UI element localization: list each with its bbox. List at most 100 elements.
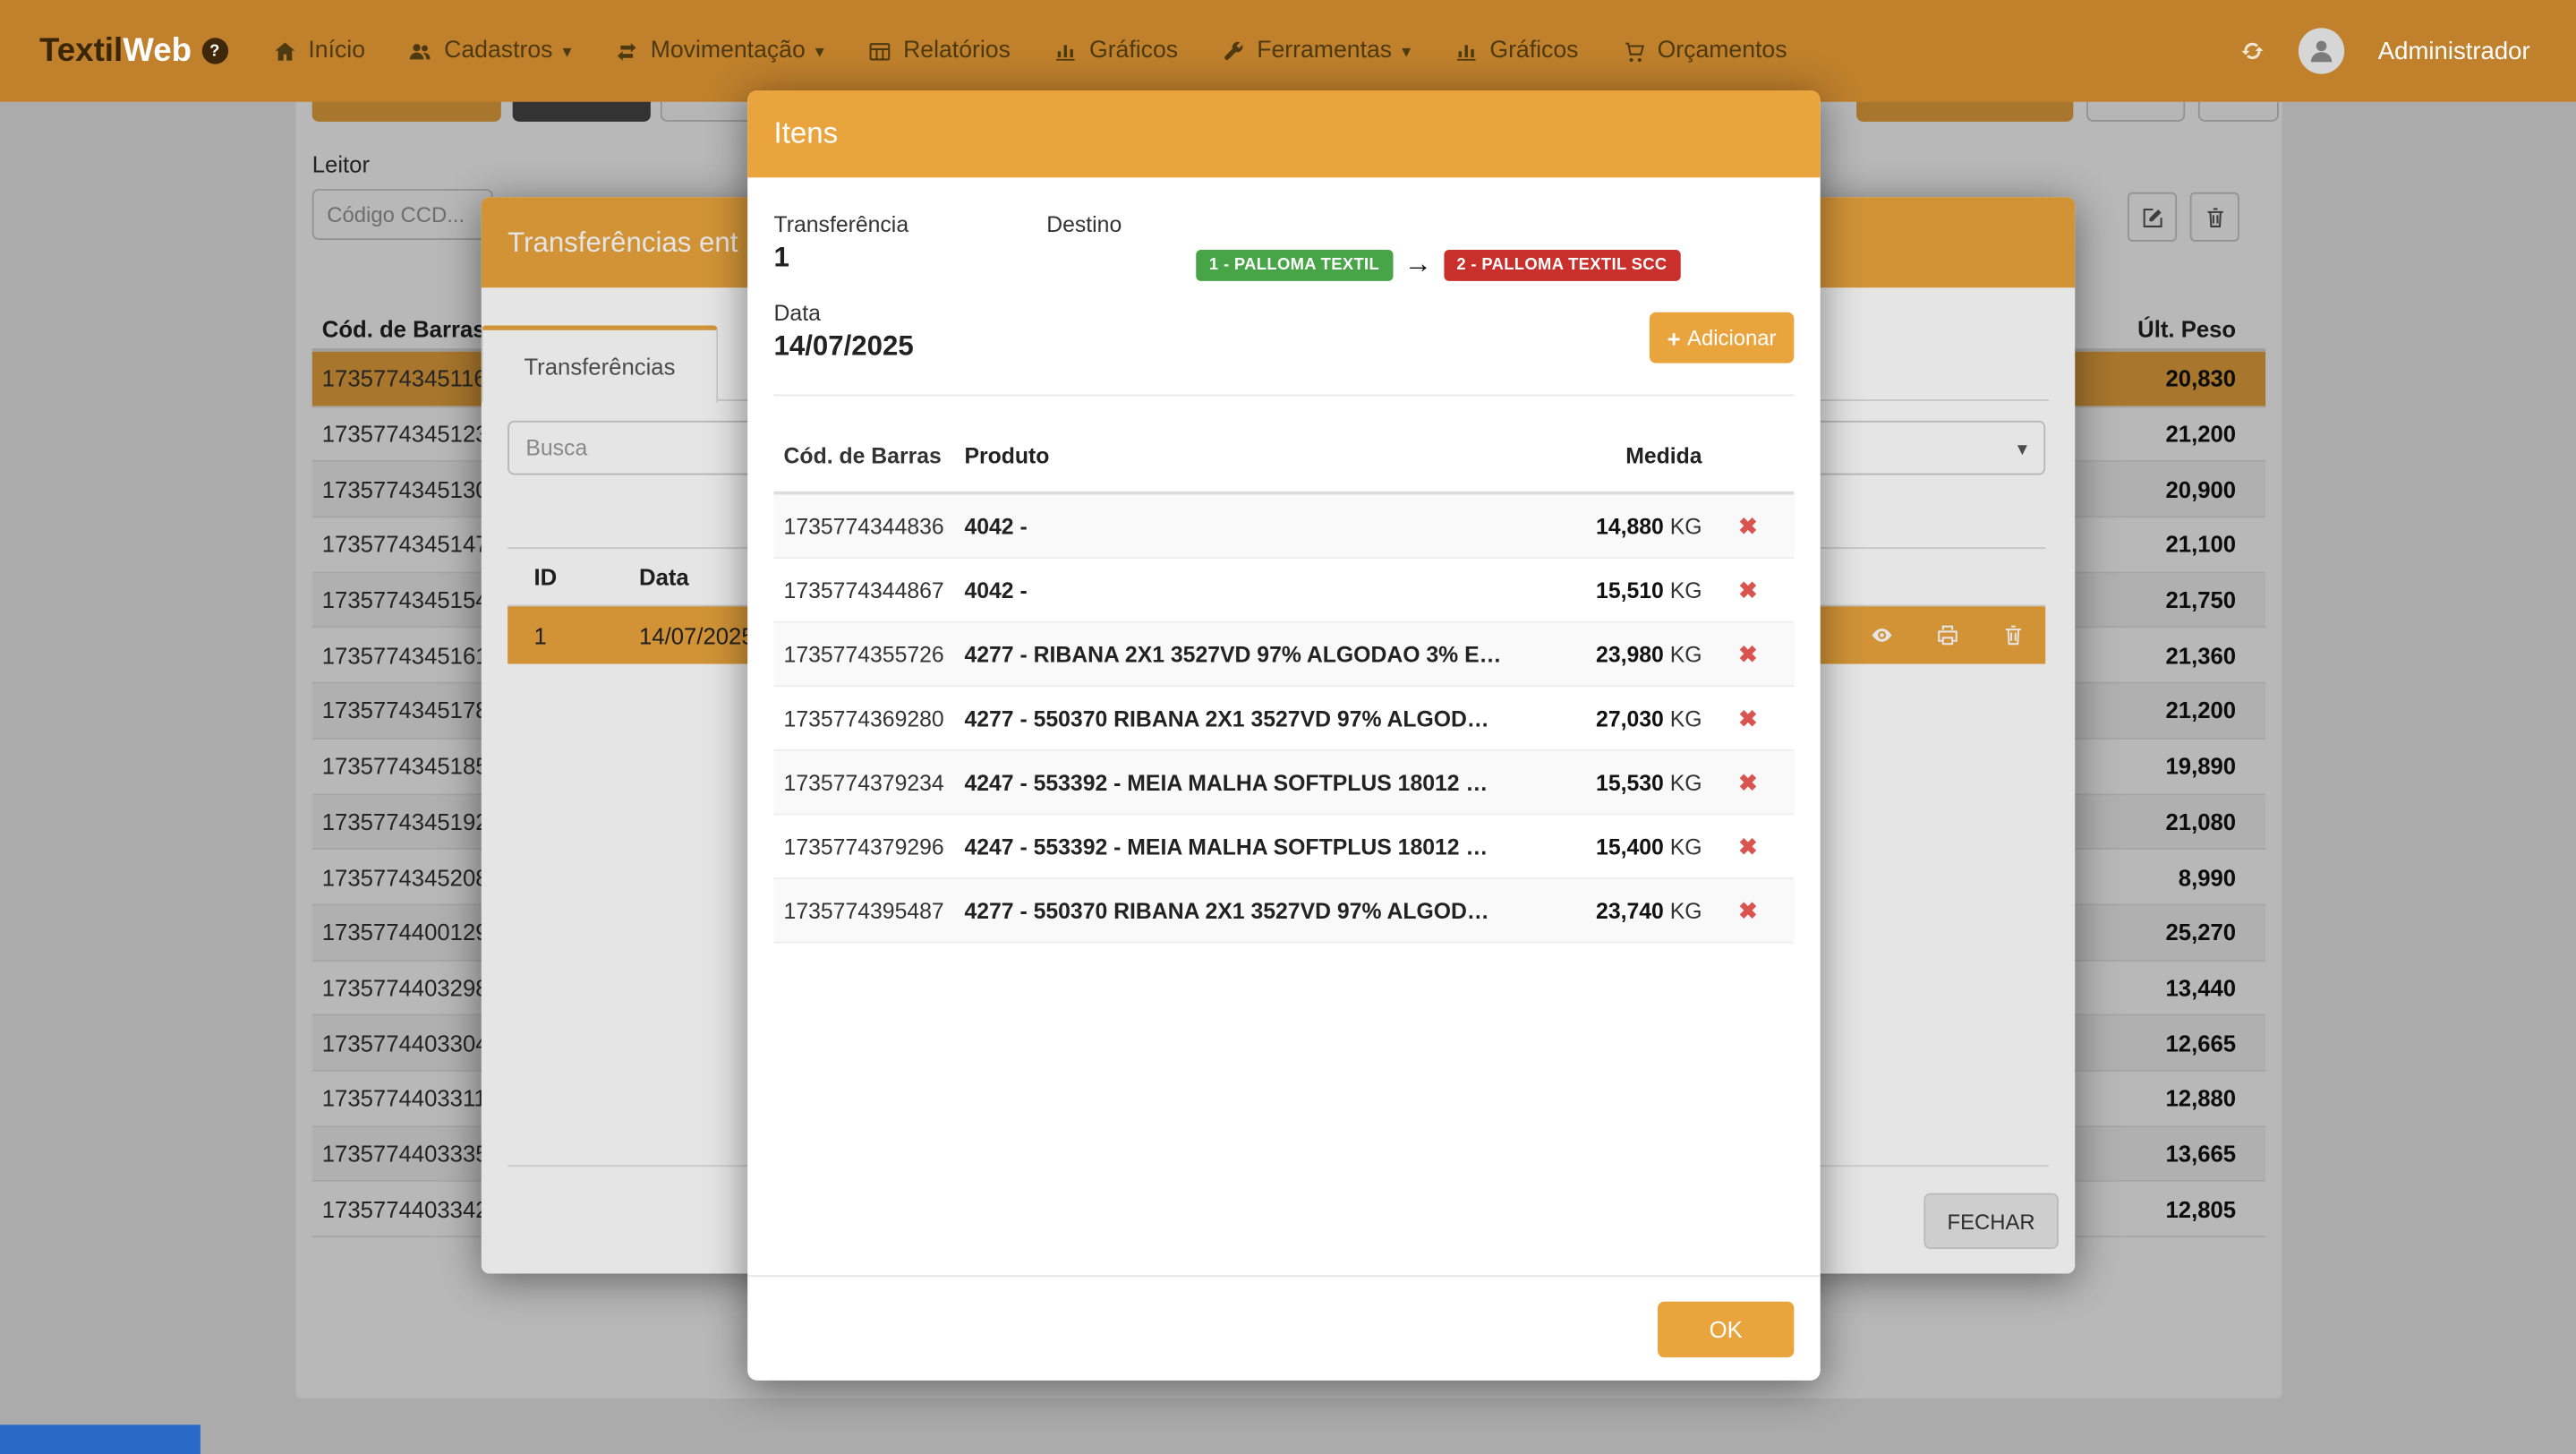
nav-label: Gráficos: [1489, 38, 1578, 64]
nav-item-inicio[interactable]: Início: [251, 0, 387, 102]
destination-badge: 2 - PALLOMA TEXTIL SCC: [1444, 249, 1681, 280]
item-row: 1735774369280 4277 - 550370 RIBANA 2X1 3…: [774, 687, 1795, 751]
add-item-button[interactable]: + Adicionar: [1650, 312, 1795, 364]
item-row: 1735774344836 4042 - 14,880 KG ✖: [774, 494, 1795, 559]
tab-transferencias[interactable]: Transferências: [482, 325, 718, 402]
brand-part1: Textil: [39, 32, 123, 70]
item-measure: 15,530: [1596, 770, 1664, 795]
view-button[interactable]: [1870, 623, 1895, 648]
plus-icon: +: [1668, 325, 1681, 351]
transfer-date-cell: 14/07/2025: [639, 622, 755, 648]
ok-button[interactable]: OK: [1658, 1302, 1794, 1357]
report-table-icon: [867, 38, 892, 64]
col-barcode: Cód. de Barras: [784, 443, 965, 468]
items-table: Cód. de Barras Produto Medida 1735774344…: [774, 419, 1795, 944]
exchange-icon: [614, 38, 639, 64]
trash-icon: [2001, 623, 2026, 648]
item-row: 1735774344867 4042 - 15,510 KG ✖: [774, 559, 1795, 623]
transfers-modal-title: Transferências ent: [508, 226, 738, 259]
date-label: Data: [774, 301, 821, 326]
screen: Leitor Cód. de Barras Últ. Peso: [0, 0, 2576, 1454]
nav-label: Orçamentos: [1658, 38, 1787, 64]
item-row: 1735774355726 4277 - RIBANA 2X1 3527VD 9…: [774, 623, 1795, 688]
items-footer-divider: [747, 1275, 1821, 1277]
navbar-right: Administrador: [2240, 28, 2576, 73]
item-unit: KG: [1670, 834, 1702, 860]
eye-icon: [1870, 623, 1895, 648]
user-avatar[interactable]: [2299, 28, 2345, 73]
items-modal-title: Itens: [774, 116, 839, 151]
nav-label: Início: [308, 38, 365, 64]
item-barcode: 1735774395487: [784, 898, 965, 923]
remove-item-button[interactable]: ✖: [1738, 512, 1758, 538]
print-button[interactable]: [1935, 623, 1960, 648]
items-table-header: Cód. de Barras Produto Medida: [774, 419, 1795, 494]
users-icon: [408, 38, 433, 64]
col-date: Data: [639, 564, 689, 590]
remove-item-button[interactable]: ✖: [1738, 896, 1758, 922]
help-icon[interactable]: ?: [201, 38, 227, 64]
item-measure: 15,510: [1596, 577, 1664, 603]
item-product: 4042 -: [964, 514, 1546, 539]
item-product: 4277 - RIBANA 2X1 3527VD 97% ALGODAO 3% …: [964, 642, 1546, 667]
arrow-right-icon: →: [1404, 248, 1432, 281]
item-row: 1735774379296 4247 - 553392 - MEIA MALHA…: [774, 815, 1795, 879]
nav-item-graficos-2[interactable]: Gráficos: [1432, 0, 1599, 102]
remove-item-button[interactable]: ✖: [1738, 833, 1758, 859]
refresh-icon: [2240, 38, 2266, 64]
chevron-down-icon: ▾: [562, 40, 571, 62]
browser-status-strip: [0, 1424, 200, 1454]
item-measure: 14,880: [1596, 514, 1664, 539]
item-product: 4042 -: [964, 577, 1546, 603]
nav-item-cadastros[interactable]: Cadastros ▾: [387, 0, 593, 102]
item-barcode: 1735774379296: [784, 834, 965, 860]
destination-label: Destino: [1046, 212, 1122, 237]
nav-label: Movimentação: [651, 38, 806, 64]
chevron-down-icon: ▾: [815, 40, 824, 62]
nav-item-graficos-1[interactable]: Gráficos: [1032, 0, 1199, 102]
remove-item-button[interactable]: ✖: [1738, 640, 1758, 666]
item-unit: KG: [1670, 514, 1702, 539]
refresh-button[interactable]: [2240, 38, 2266, 64]
brand-part2: Web: [123, 32, 192, 70]
items-modal: Itens Transferência 1 Destino 1 - PALLOM…: [747, 90, 1821, 1381]
item-product: 4247 - 553392 - MEIA MALHA SOFTPLUS 1801…: [964, 834, 1546, 860]
transfer-label: Transferência: [774, 212, 909, 237]
date-value: 14/07/2025: [774, 330, 914, 364]
wrench-icon: [1221, 38, 1246, 64]
transfer-value: 1: [774, 242, 789, 275]
item-measure: 27,030: [1596, 706, 1664, 731]
remove-item-button[interactable]: ✖: [1738, 576, 1758, 602]
nav-label: Gráficos: [1089, 38, 1178, 64]
item-barcode: 1735774355726: [784, 642, 965, 667]
item-barcode: 1735774344836: [784, 514, 965, 539]
remove-item-button[interactable]: ✖: [1738, 705, 1758, 731]
divider: [774, 395, 1795, 397]
tab-label: Transferências: [524, 354, 675, 380]
nav-item-relatorios[interactable]: Relatórios: [846, 0, 1032, 102]
close-button[interactable]: FECHAR: [1923, 1193, 2059, 1249]
nav-item-orcamentos[interactable]: Orçamentos: [1599, 0, 1808, 102]
items-modal-header: Itens: [747, 90, 1821, 177]
nav-label: Cadastros: [444, 38, 552, 64]
bar-chart-icon: [1053, 38, 1079, 64]
nav-label: Ferramentas: [1257, 38, 1392, 64]
item-row: 1735774395487 4277 - 550370 RIBANA 2X1 3…: [774, 879, 1795, 944]
username-label[interactable]: Administrador: [2378, 37, 2530, 64]
col-product: Produto: [964, 443, 1546, 468]
item-product: 4277 - 550370 RIBANA 2X1 3527VD 97% ALGO…: [964, 898, 1546, 923]
printer-icon: [1935, 623, 1960, 648]
item-unit: KG: [1670, 898, 1702, 923]
item-measure: 23,740: [1596, 898, 1664, 923]
item-unit: KG: [1670, 642, 1702, 667]
nav-item-ferramentas[interactable]: Ferramentas ▾: [1199, 0, 1432, 102]
brand-logo[interactable]: TextilWeb ?: [39, 32, 227, 70]
delete-transfer-button[interactable]: [2001, 623, 2026, 648]
remove-item-button[interactable]: ✖: [1738, 768, 1758, 794]
nav-item-movimentacao[interactable]: Movimentação ▾: [593, 0, 845, 102]
item-unit: KG: [1670, 770, 1702, 795]
nav-label: Relatórios: [903, 38, 1011, 64]
person-icon: [2307, 36, 2337, 65]
top-navbar: TextilWeb ? Início Cadastros ▾ Movimenta…: [0, 0, 2576, 102]
item-barcode: 1735774379234: [784, 770, 965, 795]
